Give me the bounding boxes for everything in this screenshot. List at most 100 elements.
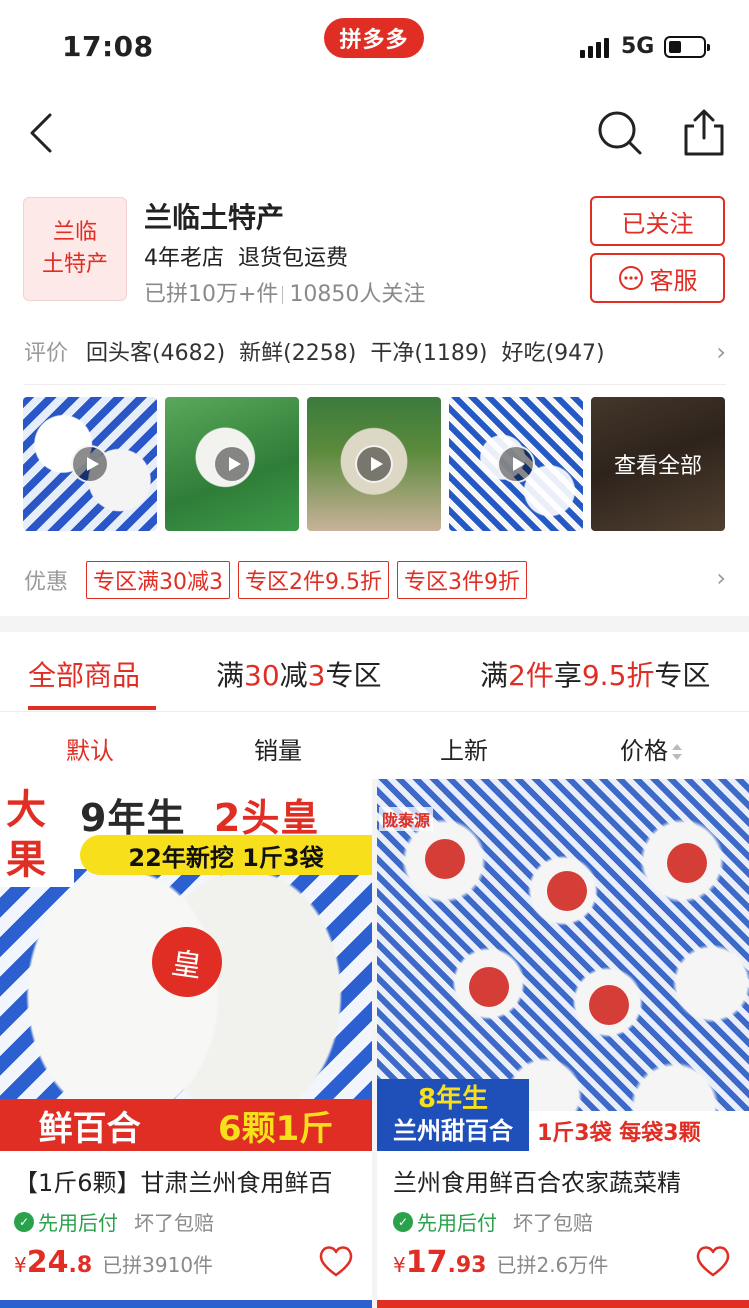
coupons-label: 优惠 bbox=[24, 570, 69, 595]
coupon-tag[interactable]: 专区3件9折 bbox=[397, 561, 528, 599]
store-logo[interactable]: 兰临 土特产 bbox=[23, 197, 127, 301]
sort-bar: 默认 销量 上新 价格 bbox=[0, 713, 749, 779]
review-video-thumb[interactable] bbox=[449, 397, 583, 531]
image-seal bbox=[667, 843, 707, 883]
status-bar: 17:08 拼多多 5G bbox=[0, 0, 749, 96]
prepay-label: 先用后付 bbox=[38, 1211, 118, 1235]
price-integer: 17 bbox=[405, 1245, 448, 1280]
next-row-peek bbox=[377, 1300, 749, 1308]
play-icon bbox=[355, 445, 393, 483]
currency-symbol: ¥ bbox=[393, 1253, 406, 1277]
chevron-left-icon bbox=[30, 113, 52, 153]
guarantee-label: 坏了包赔 bbox=[513, 1211, 593, 1235]
tab-30-off-3[interactable]: 满30减3专区 bbox=[216, 654, 382, 694]
tab-2-items-discount[interactable]: 满2件享9.5折专区 bbox=[480, 654, 710, 694]
image-text: 果 bbox=[6, 837, 46, 883]
pinduoduo-logo: 拼多多 bbox=[324, 18, 424, 58]
guarantee-label: 坏了包赔 bbox=[134, 1211, 214, 1235]
review-tag[interactable]: 干净(1189) bbox=[370, 335, 487, 367]
view-all-label: 查看全部 bbox=[591, 397, 725, 531]
review-tag[interactable]: 好吃(947) bbox=[501, 335, 604, 367]
store-stats: 已拼10万+件 10850人关注 bbox=[144, 276, 425, 308]
image-seal bbox=[589, 985, 629, 1025]
divider bbox=[24, 384, 726, 385]
product-grid: 大果 9年生 2头皇 22年新挖 1斤3袋 皇 鲜百合 6颗1斤 【1斤6颗】甘肃… bbox=[0, 779, 749, 1308]
signal-icon bbox=[580, 36, 609, 58]
follow-button[interactable]: 已关注 bbox=[590, 196, 725, 246]
search-button[interactable] bbox=[595, 108, 645, 158]
image-brand: 陇泰源 bbox=[379, 807, 434, 831]
product-title: 【1斤6颗】甘肃兰州食用鲜百 bbox=[14, 1169, 333, 1197]
share-icon bbox=[684, 109, 724, 156]
review-tags-row[interactable]: 评价 回头客(4682) 新鲜(2258) 干净(1189) 好吃(947) › bbox=[24, 336, 726, 366]
price-decimal: .8 bbox=[68, 1253, 93, 1278]
return-policy: 退货包运费 bbox=[238, 246, 349, 271]
tab-text: 30 bbox=[244, 659, 280, 692]
stats-divider bbox=[282, 286, 284, 304]
product-title: 兰州食用鲜百合农家蔬菜精 bbox=[393, 1169, 681, 1197]
prepay-icon: ✓ bbox=[14, 1211, 34, 1232]
sort-new[interactable]: 上新 bbox=[440, 731, 488, 766]
chevron-right-icon: › bbox=[716, 564, 726, 592]
tab-text: 满 bbox=[480, 659, 509, 692]
review-video-thumb[interactable] bbox=[23, 397, 157, 531]
review-tag[interactable]: 新鲜(2258) bbox=[239, 335, 356, 367]
tab-text: 专区 bbox=[654, 659, 711, 692]
currency-symbol: ¥ bbox=[14, 1253, 27, 1277]
review-video-thumb[interactable] bbox=[165, 397, 299, 531]
image-bottom-banner: 鲜百合 6颗1斤 bbox=[0, 1099, 372, 1151]
coupon-tag[interactable]: 专区2件9.5折 bbox=[238, 561, 390, 599]
customer-service-label: 客服 bbox=[649, 266, 698, 295]
store-logo-line1: 兰临 bbox=[52, 220, 97, 245]
store-meta: 4年老店 退货包运费 bbox=[144, 240, 348, 272]
store-sold-count: 已拼10万+件 bbox=[144, 282, 279, 307]
image-seal bbox=[547, 871, 587, 911]
product-badges: ✓ 先用后付 坏了包赔 bbox=[393, 1207, 593, 1236]
favorite-button[interactable] bbox=[316, 1241, 356, 1281]
image-text: 鲜百合 bbox=[38, 1108, 141, 1149]
tab-text: 减 bbox=[279, 659, 308, 692]
review-video-thumb[interactable] bbox=[307, 397, 441, 531]
status-time: 17:08 bbox=[62, 30, 154, 63]
image-text: 9年生 2头皇 bbox=[80, 787, 319, 842]
coupon-tag[interactable]: 专区满30减3 bbox=[86, 561, 231, 599]
next-row-peek bbox=[0, 1300, 372, 1308]
sort-price[interactable]: 价格 bbox=[620, 731, 682, 766]
image-text: 6颗1斤 bbox=[217, 1108, 334, 1149]
share-button[interactable] bbox=[682, 108, 726, 158]
image-text: 9年生 bbox=[80, 796, 186, 840]
play-icon bbox=[213, 445, 251, 483]
reviews-label: 评价 bbox=[24, 341, 69, 366]
product-badges: ✓ 先用后付 坏了包赔 bbox=[14, 1207, 214, 1236]
active-tab-indicator bbox=[28, 706, 156, 710]
tab-text: 满 bbox=[216, 659, 245, 692]
price-integer: 24 bbox=[26, 1245, 69, 1280]
review-tag[interactable]: 回头客(4682) bbox=[86, 335, 225, 367]
favorite-button[interactable] bbox=[693, 1241, 733, 1281]
coupon-row[interactable]: 优惠 专区满30减3 专区2件9.5折 专区3件9折 › bbox=[24, 561, 726, 599]
image-strip: 1斤3袋 每袋3颗 bbox=[529, 1111, 749, 1151]
image-text: 大 bbox=[6, 787, 46, 833]
section-gap bbox=[0, 616, 749, 632]
store-name: 兰临土特产 bbox=[144, 201, 285, 234]
sort-price-label: 价格 bbox=[620, 737, 668, 765]
back-button[interactable] bbox=[22, 108, 68, 158]
view-all-media-button[interactable]: 查看全部 bbox=[591, 397, 725, 531]
sort-default[interactable]: 默认 bbox=[66, 731, 114, 766]
image-seal: 皇 bbox=[147, 922, 227, 1002]
image-text: 2头皇 bbox=[213, 796, 320, 840]
category-tabs: 全部商品 满30减3专区 满2件享9.5折专区 bbox=[0, 632, 749, 712]
play-icon bbox=[497, 445, 535, 483]
product-card[interactable]: 陇泰源 8年生 兰州甜百合 1斤3袋 每袋3颗 兰州食用鲜百合农家蔬菜精 ✓ 先… bbox=[377, 779, 749, 1300]
tab-text: 9.5折 bbox=[581, 659, 655, 692]
tab-text: 2件 bbox=[508, 659, 554, 692]
customer-service-button[interactable]: 客服 bbox=[590, 253, 725, 303]
search-icon bbox=[598, 111, 642, 155]
sort-sales[interactable]: 销量 bbox=[254, 731, 302, 766]
product-card[interactable]: 大果 9年生 2头皇 22年新挖 1斤3袋 皇 鲜百合 6颗1斤 【1斤6颗】甘肃… bbox=[0, 779, 372, 1300]
network-type: 5G bbox=[621, 34, 655, 59]
chevron-right-icon: › bbox=[716, 338, 726, 366]
tab-all-products[interactable]: 全部商品 bbox=[28, 654, 140, 694]
tab-text: 专区 bbox=[325, 659, 382, 692]
store-logo-line2: 土特产 bbox=[41, 252, 108, 277]
